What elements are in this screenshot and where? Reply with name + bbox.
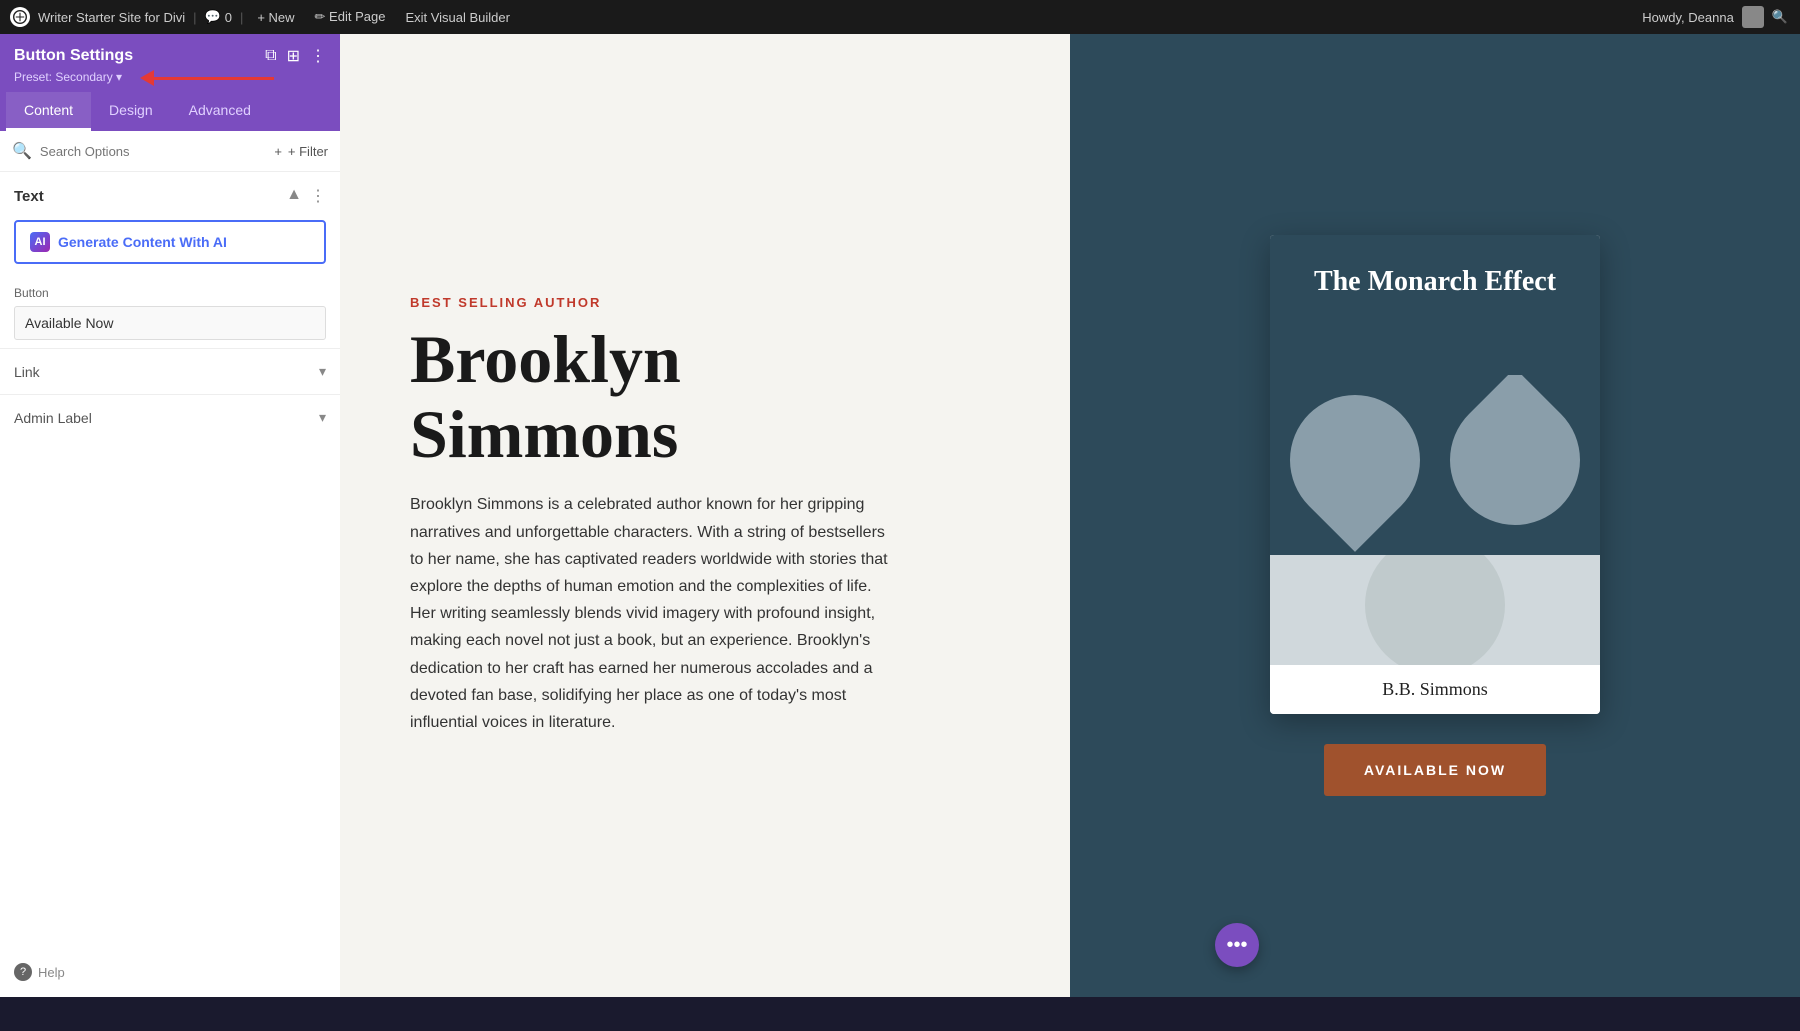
book-bottom — [1270, 555, 1600, 665]
help-section[interactable]: ? Help — [0, 947, 340, 997]
wordpress-logo — [10, 7, 30, 27]
leaf-bottom-decoration — [1365, 555, 1505, 665]
top-bar-right: Howdy, Deanna 🔍 — [1630, 6, 1800, 28]
author-bio: Brooklyn Simmons is a celebrated author … — [410, 491, 890, 736]
content-right: The Monarch Effect B.B. Simmons AVAILABL… — [1070, 34, 1800, 997]
link-label: Link — [14, 364, 40, 380]
book-author-name: B.B. Simmons — [1270, 665, 1600, 714]
panel-title-row: Button Settings ⧉ ⊞ ⋮ — [14, 46, 326, 66]
left-panel: Button Settings ⧉ ⊞ ⋮ Preset: Secondary … — [0, 34, 340, 997]
leaf-left-decoration — [1270, 375, 1447, 552]
top-bar-left: Writer Starter Site for Divi | 💬 0 | + N… — [0, 7, 526, 27]
site-name: Writer Starter Site for Divi — [38, 10, 185, 25]
available-now-button[interactable]: AVAILABLE NOW — [1324, 744, 1546, 796]
tab-advanced[interactable]: Advanced — [171, 92, 269, 131]
dots-icon: ••• — [1226, 934, 1247, 957]
edit-page-link[interactable]: ✏ Edit Page — [309, 9, 392, 25]
section-title: Text — [14, 188, 44, 205]
red-arrow — [140, 70, 274, 86]
link-chevron-icon: ▾ — [319, 363, 326, 380]
book-design — [1270, 375, 1600, 555]
main-content: BEST SELLING AUTHOR Brooklyn Simmons Bro… — [340, 34, 1800, 997]
panel-icons: ⧉ ⊞ ⋮ — [265, 46, 326, 66]
filter-button[interactable]: + + Filter — [274, 144, 328, 159]
ai-generate-button[interactable]: AI Generate Content With AI — [14, 220, 326, 264]
collapse-icon[interactable]: ▲ — [286, 186, 302, 206]
section-header: Text ▲ ⋮ — [0, 172, 340, 214]
button-text-input[interactable] — [14, 306, 326, 340]
search-input[interactable] — [40, 144, 266, 159]
panel-header: Button Settings ⧉ ⊞ ⋮ Preset: Secondary … — [0, 34, 340, 92]
top-bar: Writer Starter Site for Divi | 💬 0 | + N… — [0, 0, 1800, 34]
leaf-right-decoration — [1423, 375, 1600, 552]
exit-visual-builder-link[interactable]: Exit Visual Builder — [399, 10, 516, 25]
search-icon[interactable]: 🔍 — [1772, 9, 1788, 25]
layout-icon[interactable]: ⊞ — [287, 46, 300, 66]
book-card: The Monarch Effect B.B. Simmons — [1270, 235, 1600, 714]
comment-icon: 💬 — [205, 9, 221, 25]
preset-label: Preset: Secondary ▾ — [14, 70, 122, 84]
search-icon: 🔍 — [12, 141, 32, 161]
copy-icon[interactable]: ⧉ — [265, 47, 276, 65]
arrow-head — [140, 70, 154, 86]
button-field-group: Button — [0, 278, 340, 348]
separator: | — [193, 10, 196, 25]
author-name: Brooklyn Simmons — [410, 322, 1010, 472]
user-greeting: Howdy, Deanna — [1642, 10, 1734, 25]
help-icon: ? — [14, 963, 32, 981]
content-left: BEST SELLING AUTHOR Brooklyn Simmons Bro… — [340, 34, 1070, 997]
panel-title: Button Settings — [14, 47, 133, 65]
book-cover: The Monarch Effect — [1270, 235, 1600, 555]
button-field-label: Button — [14, 286, 326, 300]
best-selling-badge: BEST SELLING AUTHOR — [410, 295, 1010, 310]
section-more-icon[interactable]: ⋮ — [310, 186, 326, 206]
floating-menu-button[interactable]: ••• — [1215, 923, 1259, 967]
search-bar: 🔍 + + Filter — [0, 131, 340, 172]
filter-plus-icon: + — [274, 144, 282, 159]
arrow-line — [154, 77, 274, 80]
comment-count: 💬 0 — [205, 9, 232, 25]
avatar — [1742, 6, 1764, 28]
admin-label-chevron-icon: ▾ — [319, 409, 326, 426]
separator2: | — [240, 10, 243, 25]
panel-tabs: Content Design Advanced — [0, 92, 340, 131]
section-icons: ▲ ⋮ — [286, 186, 326, 206]
book-title: The Monarch Effect — [1314, 265, 1556, 299]
admin-label-section[interactable]: Admin Label ▾ — [0, 394, 340, 440]
ai-icon: AI — [30, 232, 50, 252]
tab-design[interactable]: Design — [91, 92, 171, 131]
new-link[interactable]: + New — [251, 10, 300, 25]
tab-content[interactable]: Content — [6, 92, 91, 131]
more-icon[interactable]: ⋮ — [310, 46, 326, 66]
admin-label-text: Admin Label — [14, 410, 92, 426]
link-section[interactable]: Link ▾ — [0, 348, 340, 394]
